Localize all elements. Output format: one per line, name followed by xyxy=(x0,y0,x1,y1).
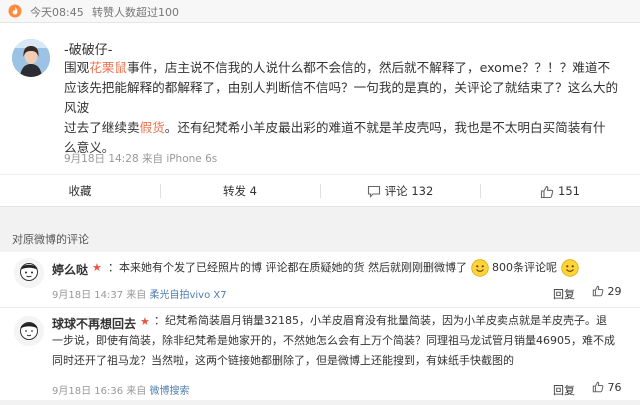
reply-button[interactable]: 回复 xyxy=(553,382,575,398)
thumbs-up-icon xyxy=(540,185,554,198)
post-line: 围观花栗鼠事件，店主说不信我的人说什么都不会信的，然后就不解释了，exome？？… xyxy=(64,60,611,75)
comment-icon xyxy=(367,185,380,198)
comment-list: 婷么哒 ★ ：本来她有个发了已经照片的博 评论都在质疑她的货 然后就刚刚删微博了… xyxy=(0,252,640,400)
post-time-label: 今天08:45 xyxy=(30,6,84,19)
thumbs-up-icon xyxy=(592,285,604,297)
post-meta: 9月18日 14:28 来自 iPhone 6s xyxy=(64,153,218,165)
weibo-post: -破破仔- 围观花栗鼠事件，店主说不信我的人说什么都不会信的，然后就不解释了，e… xyxy=(0,23,640,207)
comment-like-button[interactable]: 76 xyxy=(592,381,622,394)
favorite-button[interactable]: 收藏 xyxy=(0,175,160,207)
comment-line: 一步说，即使有简装，除非纪梵希是她家开的，不然她怎么会有上万个简装？同理祖马龙试… xyxy=(52,334,615,347)
repost-count-label: 转赞人数超过100 xyxy=(92,6,179,19)
post-action-bar: 收藏 转发 4 评论 132 151 xyxy=(0,174,640,207)
topic-link[interactable]: 花栗鼠 xyxy=(89,60,127,75)
commenter-avatar[interactable] xyxy=(14,258,44,288)
post-line: 过去了继续卖假货。还有纪梵希小羊皮最出彩的难道不就是羊皮壳吗，我也是不太明白买简… xyxy=(64,120,606,135)
post-author-name[interactable]: -破破仔- xyxy=(64,39,112,58)
comment-item: 婷么哒 ★ ：本来她有个发了已经照片的博 评论都在质疑她的货 然后就刚刚删微博了… xyxy=(0,252,640,308)
comment-label: 评论 132 xyxy=(384,184,434,198)
comment-meta: 9月18日 14:37 来自 柔光自拍vivo X7 xyxy=(52,290,227,301)
section-header: 对原微博的评论 xyxy=(0,230,640,248)
thumbs-up-icon xyxy=(592,381,604,393)
smile-emoji-icon xyxy=(560,259,579,277)
comment-item: 球球不再想回去 ★ ：纪梵希简装眉月销量32185，小羊皮眉育没有批量简装，因为… xyxy=(0,310,640,405)
comment-line: ：纪梵希简装眉月销量32185，小羊皮眉育没有批量简装，因为小羊皮卖点就是羊皮壳… xyxy=(154,314,607,327)
avatar-image xyxy=(14,316,44,346)
reply-button[interactable]: 回复 xyxy=(553,286,575,302)
comment-like-count: 76 xyxy=(607,381,622,394)
vip-badge-icon: ★ xyxy=(140,315,150,328)
comment-like-button[interactable]: 29 xyxy=(592,285,622,298)
commenter-avatar[interactable] xyxy=(14,316,44,346)
section-title: 对原微博的评论 xyxy=(12,233,89,246)
commenter-name[interactable]: 婷么哒 xyxy=(52,261,88,278)
repost-button[interactable]: 转发 4 xyxy=(160,175,320,207)
smile-emoji-icon xyxy=(470,259,489,277)
keyword-link[interactable]: 假货 xyxy=(140,120,165,135)
post-header-bar: 今天08:45 转赞人数超过100 xyxy=(0,0,640,23)
avatar-image xyxy=(12,39,50,77)
like-button[interactable]: 151 xyxy=(480,175,640,207)
client-link[interactable]: 柔光自拍vivo X7 xyxy=(149,290,226,301)
post-line: 应该先把能解释的都解释了，由别人判断信不信吗？一句我的是真的，关评论了就结束了？… xyxy=(64,80,619,115)
vip-badge-icon: ★ xyxy=(92,261,102,274)
like-count: 151 xyxy=(558,184,580,198)
post-content: 围观花栗鼠事件，店主说不信我的人说什么都不会信的，然后就不解释了，exome？？… xyxy=(64,58,630,158)
comment-like-count: 29 xyxy=(607,285,622,298)
comment-text: ：本来她有个发了已经照片的博 评论都在质疑她的货 然后就刚刚删微博了 800条评… xyxy=(108,258,628,278)
repost-label: 转发 4 xyxy=(223,184,257,198)
comment-meta: 9月18日 16:36 来自 微博搜索 xyxy=(52,386,190,397)
avatar-image xyxy=(14,258,44,288)
hot-icon xyxy=(8,4,22,18)
client-link[interactable]: 微博搜索 xyxy=(149,386,189,397)
favorite-label: 收藏 xyxy=(68,184,92,198)
author-avatar[interactable] xyxy=(12,39,50,77)
commenter-name[interactable]: 球球不再想回去 xyxy=(52,315,136,332)
comment-button[interactable]: 评论 132 xyxy=(320,175,480,207)
comment-line: 同时还开了祖马龙？当然啦，这两个链接她都删除了，但是微博上还能搜到，有妹纸手快截… xyxy=(52,354,514,367)
